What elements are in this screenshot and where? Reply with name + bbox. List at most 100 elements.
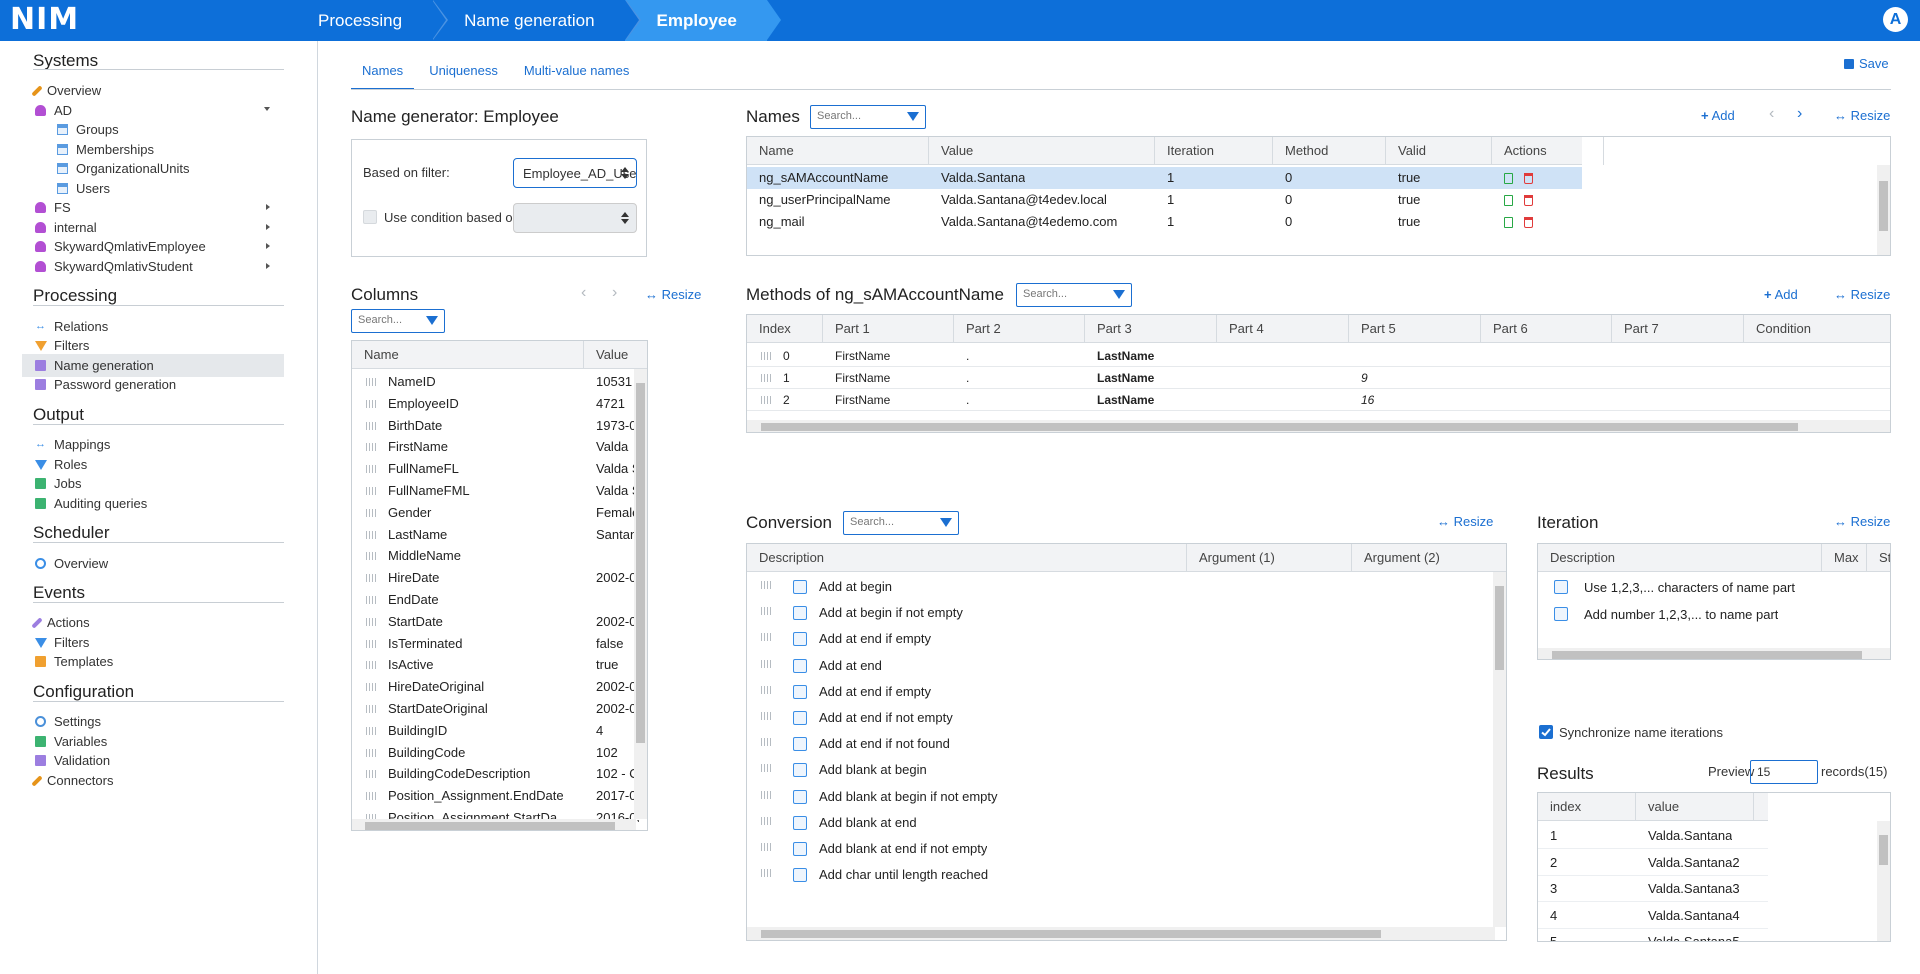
drag-handle-icon[interactable] <box>366 770 376 779</box>
drag-handle-icon[interactable] <box>366 421 376 430</box>
table-row[interactable]: ng_userPrincipalName Valda.Santana@t4edev… <box>747 189 1582 211</box>
table-row[interactable]: Position_Assignment.EndDate 2017-05-31 <box>352 785 647 807</box>
table-row[interactable]: EndDate <box>352 589 647 611</box>
column-header-name[interactable]: Name <box>352 341 584 369</box>
table-row[interactable]: HireDate 2002-08-03 <box>352 567 647 589</box>
methods-resize-button[interactable]: ↔ Resize <box>1834 287 1890 302</box>
vertical-scrollbar[interactable] <box>1493 572 1506 927</box>
iteration-resize-button[interactable]: ↔ Resize <box>1834 514 1890 529</box>
delete-icon[interactable] <box>1524 173 1533 184</box>
drag-handle-icon[interactable] <box>761 685 771 694</box>
delete-icon[interactable] <box>1524 195 1533 206</box>
conversion-checkbox[interactable] <box>793 842 807 856</box>
column-header-part1[interactable]: Part 1 <box>823 315 954 343</box>
table-row[interactable]: Add at begin <box>747 574 1506 600</box>
drag-handle-icon[interactable] <box>366 465 376 474</box>
conversion-checkbox[interactable] <box>793 580 807 594</box>
scrollbar-thumb[interactable] <box>1495 586 1504 670</box>
breadcrumb-employee[interactable]: Employee <box>624 0 781 41</box>
synchronize-iterations-checkbox[interactable] <box>1539 725 1553 739</box>
table-row[interactable]: BuildingCode 102 <box>352 742 647 764</box>
conversion-checkbox[interactable] <box>793 632 807 647</box>
table-row[interactable]: FullNameFML Valda Santana <box>352 480 647 502</box>
conversion-checkbox[interactable] <box>793 711 807 725</box>
drag-handle-icon[interactable] <box>366 683 376 692</box>
table-row[interactable]: IsTerminated false <box>352 633 647 655</box>
table-row[interactable]: HireDateOriginal 2002-08-03 <box>352 676 647 698</box>
table-row[interactable]: Add at end if empty <box>747 626 1506 652</box>
drag-handle-icon[interactable] <box>366 508 376 517</box>
conversion-checkbox[interactable] <box>793 789 807 804</box>
methods-add-button[interactable]: + Add <box>1764 287 1798 302</box>
names-resize-button[interactable]: ↔ Resize <box>1834 108 1890 123</box>
table-row[interactable]: MiddleName <box>352 545 647 567</box>
drag-handle-icon[interactable] <box>366 726 376 735</box>
table-row[interactable]: IsActive true <box>352 654 647 676</box>
drag-handle-icon[interactable] <box>366 596 376 604</box>
table-row[interactable]: Add at end <box>747 653 1506 679</box>
drag-handle-icon[interactable] <box>366 661 376 670</box>
names-add-button[interactable]: + Add <box>1701 108 1735 123</box>
conversion-checkbox[interactable] <box>793 815 807 830</box>
prev-arrow-icon[interactable]: ‹ <box>581 285 586 301</box>
table-row[interactable]: Add at end if empty <box>747 679 1506 705</box>
sidebar-item-scheduler-overview[interactable]: Overview <box>22 552 284 575</box>
scrollbar-thumb[interactable] <box>1552 651 1862 659</box>
use-condition-checkbox[interactable] <box>363 210 377 224</box>
drag-handle-icon[interactable] <box>366 487 376 495</box>
column-header-start[interactable]: Sta <box>1867 544 1890 572</box>
tab-names[interactable]: Names <box>351 55 415 90</box>
table-row[interactable]: Add number 1,2,3,... to name part <box>1538 601 1890 628</box>
horizontal-scrollbar[interactable] <box>747 927 1495 940</box>
delete-icon[interactable] <box>1524 217 1533 228</box>
table-row[interactable]: BirthDate 1973-07-01 <box>352 415 647 437</box>
drag-handle-icon[interactable] <box>761 607 771 616</box>
column-header-part3[interactable]: Part 3 <box>1085 315 1217 343</box>
table-row[interactable]: Add blank at end <box>747 810 1506 836</box>
table-row[interactable]: 2 FirstName. LastName 16 <box>747 389 1890 411</box>
drag-handle-icon[interactable] <box>366 443 376 452</box>
column-header-index[interactable]: index <box>1538 793 1636 821</box>
breadcrumb-name-generation[interactable]: Name generation <box>432 0 641 41</box>
column-header-index[interactable]: Index <box>747 315 823 343</box>
conversion-checkbox[interactable] <box>793 868 807 883</box>
drag-handle-icon[interactable] <box>366 748 376 757</box>
drag-handle-icon[interactable] <box>761 633 771 642</box>
column-header-method[interactable]: Method <box>1273 137 1386 165</box>
copy-icon[interactable] <box>1504 217 1513 228</box>
iteration-checkbox[interactable] <box>1554 607 1568 621</box>
table-row[interactable]: ng_mail Valda.Santana@t4edemo.com 1 0 true <box>747 211 1582 233</box>
column-header-description[interactable]: Description <box>1538 544 1822 572</box>
conversion-checkbox[interactable] <box>793 684 807 699</box>
column-header-part6[interactable]: Part 6 <box>1481 315 1612 343</box>
table-row[interactable]: LastName Santana <box>352 524 647 546</box>
table-row[interactable]: Add at begin if not empty <box>747 600 1506 626</box>
conversion-checkbox[interactable] <box>793 737 807 752</box>
column-header-actions[interactable]: Actions <box>1492 137 1604 165</box>
vertical-scrollbar[interactable] <box>1877 165 1890 255</box>
drag-handle-icon[interactable] <box>366 792 376 801</box>
table-row[interactable]: 0 FirstName. LastName <box>747 345 1890 367</box>
drag-handle-icon[interactable] <box>761 374 771 382</box>
breadcrumb-processing[interactable]: Processing <box>286 0 449 41</box>
horizontal-scrollbar[interactable] <box>1538 648 1890 659</box>
table-row[interactable]: Add char until length reached <box>747 862 1506 888</box>
next-arrow-icon[interactable]: › <box>612 285 617 301</box>
column-header-value[interactable]: Value <box>929 137 1155 165</box>
table-row[interactable]: Add at end if not empty <box>747 705 1506 731</box>
drag-handle-icon[interactable] <box>366 552 376 561</box>
drag-handle-icon[interactable] <box>761 816 771 825</box>
table-row[interactable]: Add blank at end if not empty <box>747 836 1506 862</box>
avatar[interactable]: A <box>1883 7 1908 32</box>
columns-resize-button[interactable]: ↔ Resize <box>645 287 701 302</box>
horizontal-scrollbar[interactable] <box>352 819 636 830</box>
table-row[interactable]: EmployeeID 4721 <box>352 393 647 415</box>
drag-handle-icon[interactable] <box>761 738 771 747</box>
column-header-valid[interactable]: Valid <box>1386 137 1492 165</box>
drag-handle-icon[interactable] <box>366 574 376 583</box>
table-row[interactable]: ng_sAMAccountName Valda.Santana 1 0 true <box>747 167 1582 189</box>
column-header-name[interactable]: Name <box>747 137 929 165</box>
drag-handle-icon[interactable] <box>366 378 376 386</box>
copy-icon[interactable] <box>1504 195 1513 206</box>
table-row[interactable]: NameID 10531 <box>352 371 647 393</box>
